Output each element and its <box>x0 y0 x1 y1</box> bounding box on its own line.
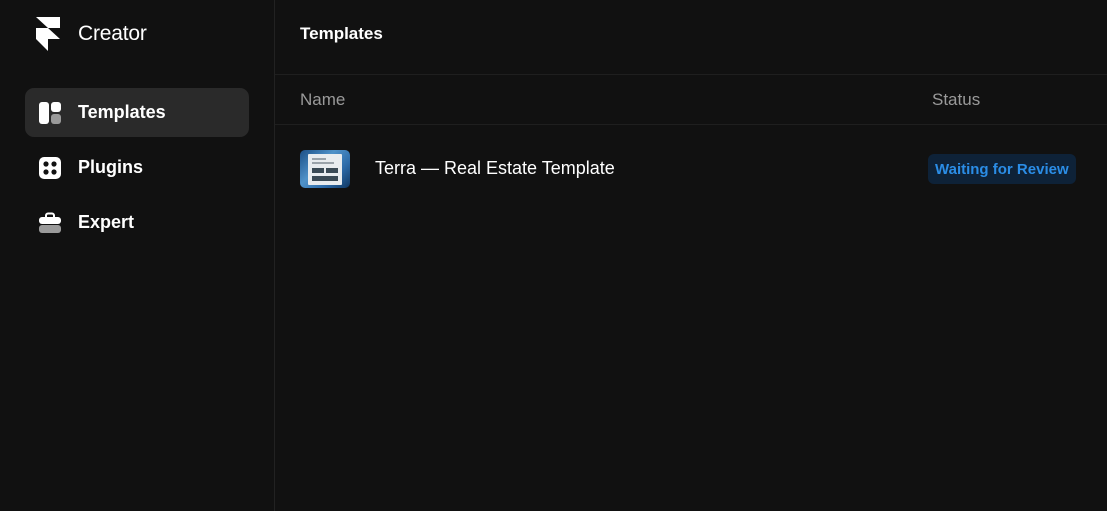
sidebar: Creator Templates Plugins Expert <box>0 0 275 511</box>
page-title: Templates <box>300 24 383 43</box>
thumbnail-line <box>312 158 326 160</box>
page-header: Templates <box>275 0 1107 75</box>
sidebar-item-plugins[interactable]: Plugins <box>25 143 249 192</box>
sidebar-nav: Templates Plugins Expert <box>25 88 249 253</box>
sidebar-item-label: Templates <box>78 102 166 122</box>
thumbnail-page <box>308 154 342 185</box>
templates-icon <box>38 101 62 125</box>
column-header-name: Name <box>300 90 346 109</box>
brand[interactable]: Creator <box>36 17 147 51</box>
sidebar-item-label: Plugins <box>78 157 144 177</box>
brand-name: Creator <box>78 22 147 45</box>
main-content: Templates Name Status Terra — Real Estat… <box>275 0 1107 511</box>
app-root: Creator Templates Plugins Expert Templat… <box>0 0 1107 511</box>
plugins-icon <box>38 156 62 180</box>
column-header-status: Status <box>932 90 981 109</box>
thumbnail-image <box>312 168 324 173</box>
expert-briefcase-icon <box>38 211 62 235</box>
framer-logo-icon <box>36 17 60 51</box>
table-header: Name Status <box>275 75 1107 125</box>
template-thumbnail <box>300 150 350 188</box>
thumbnail-image <box>326 168 338 173</box>
table-row[interactable]: Terra — Real Estate Template Waiting for… <box>275 125 1107 213</box>
sidebar-item-label: Expert <box>78 212 135 232</box>
sidebar-item-templates[interactable]: Templates <box>25 88 249 137</box>
thumbnail-line <box>312 162 334 164</box>
status-badge: Waiting for Review <box>928 154 1076 184</box>
sidebar-item-expert[interactable]: Expert <box>25 198 249 247</box>
thumbnail-image <box>312 176 338 181</box>
template-name: Terra — Real Estate Template <box>375 158 615 178</box>
